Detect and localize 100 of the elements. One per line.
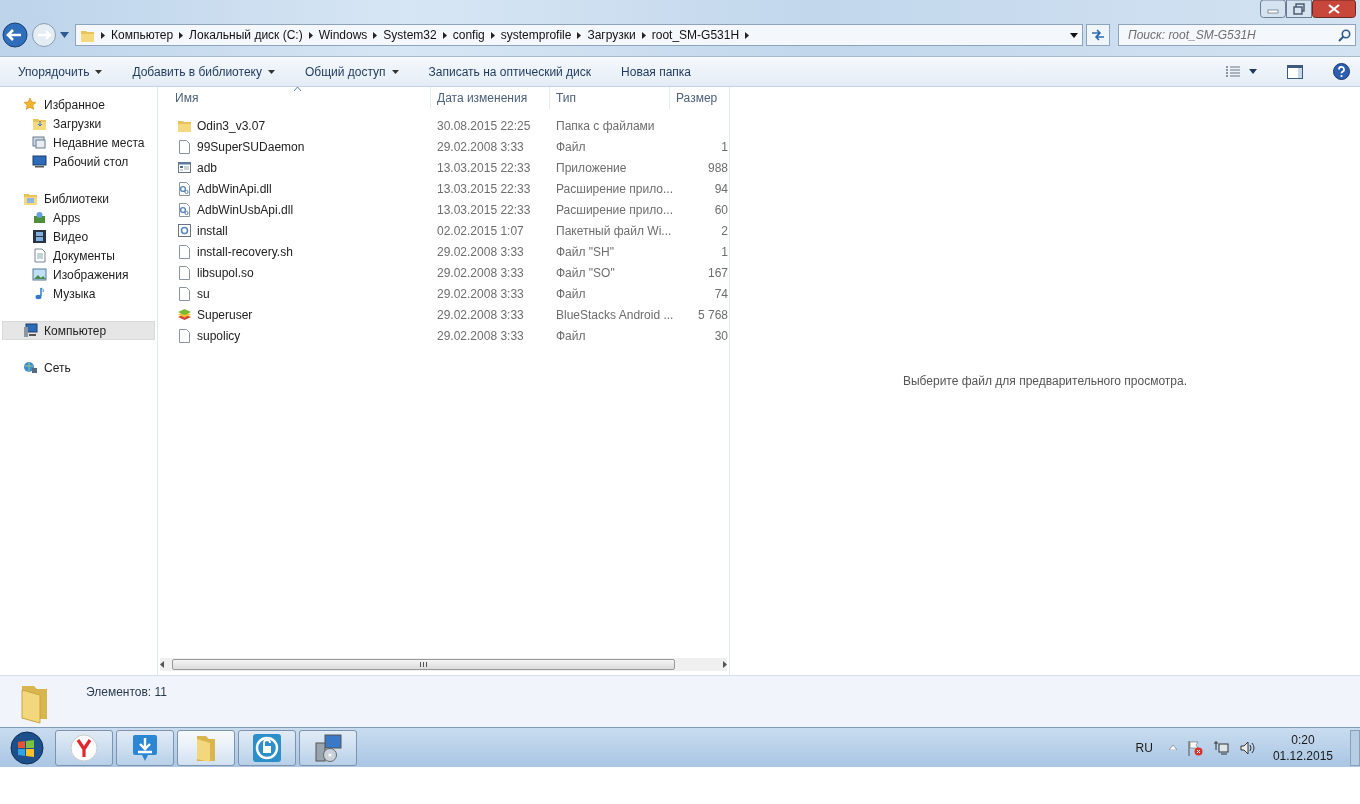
toolbar-button[interactable]: Общий доступ (294, 60, 409, 83)
sidebar-item[interactable]: Изображения (2, 265, 155, 284)
column-header[interactable]: Дата изменения (431, 87, 550, 109)
close-button[interactable] (1312, 0, 1356, 18)
refresh-button[interactable] (1086, 24, 1110, 46)
breadcrumb-link[interactable]: System32 (383, 28, 437, 42)
clock[interactable]: 0:20 01.12.2015 (1272, 731, 1333, 764)
file-name[interactable]: supolicy (197, 328, 241, 343)
view-options-icon[interactable] (1225, 65, 1241, 78)
sidebar-item[interactable]: Библиотеки (2, 189, 155, 208)
speaker-icon[interactable] (1238, 739, 1255, 756)
chevron-icon (490, 31, 495, 39)
file-row[interactable]: AdbWinUsbApi.dll 13.03.2015 22:33 Расширение прило... 60 (158, 199, 729, 220)
show-hidden-icons-icon[interactable] (1168, 745, 1177, 750)
maximize-button[interactable] (1286, 0, 1312, 18)
network-icon[interactable] (1212, 739, 1229, 756)
breadcrumb-link[interactable]: Компьютер (111, 28, 174, 42)
file-name[interactable]: su (197, 286, 210, 301)
file-row[interactable]: supolicy 29.02.2008 3:33 Файл 30 (158, 325, 729, 346)
breadcrumb-link[interactable]: systemprofile (500, 28, 572, 42)
dropdown-icon[interactable] (1249, 69, 1257, 74)
taskbar-button[interactable] (116, 729, 174, 766)
search-field[interactable]: Поиск: root_SM-G531H (1118, 24, 1356, 46)
breadcrumb-link[interactable]: config (452, 28, 485, 42)
taskbar-button[interactable] (238, 729, 296, 766)
type-cell-text: Папка с файлами (555, 118, 656, 133)
type-cell-text: Файл (555, 139, 587, 154)
file-name[interactable]: install (197, 223, 228, 238)
desktop-icon (32, 154, 47, 169)
column-header[interactable]: Имя (158, 87, 431, 109)
sidebar-item[interactable]: Недавние места (2, 133, 155, 152)
type-cell-text: Файл (555, 286, 587, 301)
file-row[interactable]: su 29.02.2008 3:33 Файл 74 (158, 283, 729, 304)
star-icon (23, 97, 38, 112)
toolbar-button[interactable]: Записать на оптический диск (418, 60, 602, 83)
sidebar-item[interactable]: Загрузки (2, 114, 155, 133)
breadcrumb-link[interactable]: Загрузки (587, 28, 636, 42)
file-row[interactable]: 99SuperSUDaemon 29.02.2008 3:33 Файл 1 (158, 136, 729, 157)
sidebar-item[interactable]: Видео (2, 227, 155, 246)
language-indicator[interactable]: RU (1135, 740, 1153, 755)
preview-pane-icon[interactable] (1287, 64, 1303, 79)
sidebar-item[interactable]: Рабочий стол (2, 152, 155, 171)
breadcrumb-link[interactable]: Windows (318, 28, 368, 42)
column-header[interactable]: Тип (550, 87, 670, 109)
toolbar-button[interactable]: Упорядочить (8, 60, 113, 83)
type-cell-text: Пакетный файл Wi... (555, 223, 670, 238)
document-icon (32, 248, 47, 263)
sidebar-item[interactable]: Сеть (2, 358, 155, 377)
file-name[interactable]: adb (197, 160, 218, 175)
file-row[interactable]: AdbWinApi.dll 13.03.2015 22:33 Расширение прило... 94 (158, 178, 729, 199)
file-row[interactable]: libsupol.so 29.02.2008 3:33 Файл "SO" 167 (158, 262, 729, 283)
sidebar-item[interactable]: Музыка (2, 284, 155, 303)
type-cell-text: Файл "SO" (555, 265, 616, 280)
date-cell-text: 02.02.2015 1:07 (436, 223, 525, 238)
file-row[interactable]: adb 13.03.2015 22:33 Приложение 988 (158, 157, 729, 178)
size-cell: 60 (714, 202, 728, 217)
file-name[interactable]: Superuser (197, 307, 253, 322)
minimize-button[interactable] (1260, 0, 1286, 18)
file-name[interactable]: install-recovery.sh (197, 244, 293, 259)
toolbar-button[interactable]: Добавить в библиотеку (122, 60, 285, 83)
history-dropdown-icon[interactable] (60, 32, 69, 38)
back-button[interactable] (2, 22, 28, 48)
date-cell-text: 29.02.2008 3:33 (436, 286, 525, 301)
file-name[interactable]: libsupol.so (197, 265, 254, 280)
file-name[interactable]: 99SuperSUDaemon (197, 139, 305, 154)
taskbar-button[interactable] (299, 729, 357, 766)
chevron-icon (179, 31, 184, 39)
sidebar-item[interactable]: Избранное (2, 95, 155, 114)
size-cell: 5 768 (697, 307, 728, 322)
flag-icon[interactable] (1186, 739, 1203, 756)
dropdown-icon[interactable] (1070, 32, 1078, 38)
file-row[interactable]: Superuser 29.02.2008 3:33 BlueStacks Android ... 5 768 (158, 304, 729, 325)
address-bar[interactable]: Компьютер Локальный диск (C:) Windows System32 config systemprofile Загрузки root_SM-G531H (75, 24, 1083, 46)
file-row[interactable]: install 02.02.2015 1:07 Пакетный файл Wi... 2 (158, 220, 729, 241)
toolbar-button[interactable]: Новая папка (611, 60, 702, 83)
scroll-left-icon[interactable] (160, 661, 164, 668)
chevron-icon (745, 31, 750, 39)
chevron-icon (373, 31, 378, 39)
file-name[interactable]: AdbWinUsbApi.dll (197, 202, 294, 217)
sidebar-item[interactable]: Apps (2, 208, 155, 227)
file-name[interactable]: AdbWinApi.dll (197, 181, 272, 196)
date-cell-text: 29.02.2008 3:33 (436, 328, 525, 343)
help-icon[interactable] (1333, 63, 1350, 80)
column-header[interactable]: Размер (670, 87, 729, 109)
horizontal-scrollbar[interactable] (160, 658, 727, 671)
recent-places-icon (32, 135, 47, 150)
taskbar-button[interactable] (177, 729, 235, 766)
clock-time: 0:20 (1291, 731, 1315, 748)
file-name[interactable]: Odin3_v3.07 (197, 118, 266, 133)
file-row[interactable]: Odin3_v3.07 30.08.2015 22:25 Папка с файлами (158, 115, 729, 136)
sidebar-item[interactable]: Компьютер (2, 321, 155, 340)
file-icon (177, 138, 192, 155)
breadcrumb-link[interactable]: root_SM-G531H (651, 28, 740, 42)
file-row[interactable]: install-recovery.sh 29.02.2008 3:33 Файл "SH" 1 (158, 241, 729, 262)
library-icon (23, 191, 38, 206)
sidebar-item[interactable]: Документы (2, 246, 155, 265)
breadcrumb-link[interactable]: Локальный диск (C:) (189, 28, 303, 42)
taskbar-button[interactable] (55, 729, 113, 766)
scroll-right-icon[interactable] (723, 661, 727, 668)
grip-icon (420, 662, 427, 667)
